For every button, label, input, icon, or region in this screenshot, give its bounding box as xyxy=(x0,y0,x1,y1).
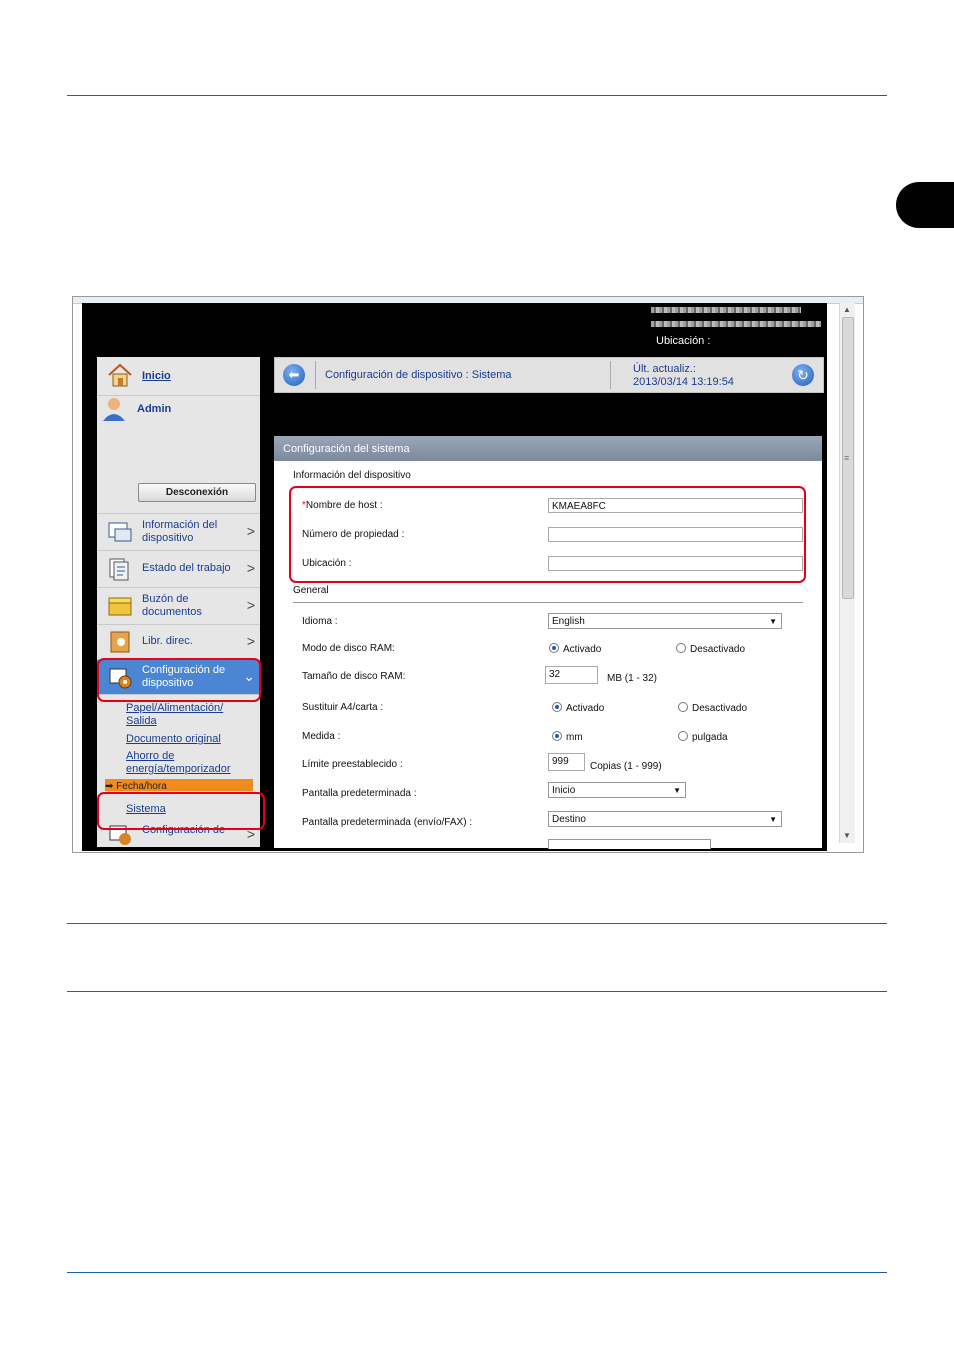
radio-label: Desactivado xyxy=(690,644,746,655)
radio-selected-icon xyxy=(552,731,562,741)
ramdisk-on-radio[interactable]: Activado xyxy=(549,643,601,655)
a4-on-radio[interactable]: Activado xyxy=(552,702,604,714)
dropdown-arrow-icon: ▼ xyxy=(769,815,777,824)
header-location-label: Ubicación : xyxy=(656,335,711,347)
radio-icon xyxy=(678,702,688,712)
a4-letter-label: Sustituir A4/carta : xyxy=(302,702,384,713)
panel-header: Configuración del sistema xyxy=(274,436,822,461)
radio-selected-icon xyxy=(549,643,559,653)
default-screen-fax-value: Destino xyxy=(552,814,586,825)
radio-label: mm xyxy=(566,732,583,743)
dropdown-arrow-icon: ▼ xyxy=(673,786,681,795)
sidebar-user-area: Admin Desconexión xyxy=(97,395,260,514)
rule-2 xyxy=(67,923,887,924)
rule-3 xyxy=(67,991,887,992)
logout-button[interactable]: Desconexión xyxy=(138,483,256,502)
language-value: English xyxy=(552,616,585,627)
sidebar-item-home[interactable]: Inicio xyxy=(97,357,260,396)
address-book-icon xyxy=(110,631,130,653)
scroll-up-icon[interactable]: ▲ xyxy=(843,305,851,314)
sidebar-label-device-info: Información del dispositivo xyxy=(142,519,218,544)
sidebar-item-device-info[interactable]: Información del dispositivo > xyxy=(97,514,260,551)
radio-icon xyxy=(678,731,688,741)
refresh-icon[interactable]: ↻ xyxy=(792,364,814,386)
preset-limit-label: Límite preestablecido : xyxy=(302,759,403,770)
chevron-right-icon: > xyxy=(246,523,255,539)
user-icon xyxy=(103,398,125,421)
language-select[interactable]: English ▼ xyxy=(548,613,782,629)
default-screen-fax-select[interactable]: Destino ▼ xyxy=(548,811,782,827)
scroll-grip-icon: ≡ xyxy=(844,453,850,463)
radio-label: Activado xyxy=(563,644,602,655)
ramdisk-off-radio[interactable]: Desactivado xyxy=(676,643,745,655)
last-updated-label: Últ. actualiz.: xyxy=(633,363,696,375)
ramdisk-mode-label: Modo de disco RAM: xyxy=(302,643,395,654)
radio-label: Desactivado xyxy=(692,703,748,714)
default-screen-label: Pantalla predeterminada : xyxy=(302,788,417,799)
radio-label: Activado xyxy=(566,703,605,714)
device-info-icon xyxy=(108,522,132,542)
highlight-device-settings xyxy=(97,658,261,702)
sublink-date-time[interactable]: ➡ Fecha/hora xyxy=(105,779,253,791)
document-box-icon xyxy=(108,597,132,616)
preset-limit-input[interactable]: 999 xyxy=(548,753,585,771)
arrow-right-icon: ➡ xyxy=(105,781,117,791)
job-status-icon xyxy=(109,558,129,581)
ramdisk-size-label: Tamaño de disco RAM: xyxy=(302,671,406,682)
top-rule xyxy=(67,95,887,96)
scroll-down-icon[interactable]: ▼ xyxy=(843,831,851,840)
sublink-date-time-label: Fecha/hora xyxy=(116,781,167,791)
language-label: Idioma : xyxy=(302,616,338,627)
radio-label: pulgada xyxy=(692,732,728,743)
sidebar-label-address-book: Libr. direc. xyxy=(142,635,193,647)
sidebar-label-document-box: Buzón de documentos xyxy=(142,593,202,618)
section-general: General xyxy=(293,585,329,596)
sidebar-label-job-status: Estado del trabajo xyxy=(142,562,231,574)
vertical-scrollbar[interactable]: ▲ ≡ ▼ xyxy=(839,303,855,843)
sidebar: Inicio Admin Desconexión Información del… xyxy=(97,357,260,847)
a4-off-radio[interactable]: Desactivado xyxy=(678,702,747,714)
radio-selected-icon xyxy=(552,702,562,712)
preset-limit-unit: Copias (1 - 999) xyxy=(590,761,662,772)
chevron-right-icon: > xyxy=(246,633,255,649)
divider xyxy=(315,361,316,389)
measure-mm-radio[interactable]: mm xyxy=(552,731,583,743)
sublink-paper[interactable]: Papel/Alimentación/ Salida xyxy=(126,702,246,728)
blurred-header-text-2 xyxy=(651,321,821,327)
browser-screenshot: Ubicación : ▲ ≡ ▼ Inicio Admin Desconexi… xyxy=(72,296,864,853)
highlight-device-info-fields xyxy=(289,486,806,583)
chevron-right-icon: > xyxy=(246,597,255,613)
section-divider xyxy=(293,602,803,603)
dropdown-arrow-icon: ▼ xyxy=(769,617,777,626)
radio-icon xyxy=(676,643,686,653)
user-name: Admin xyxy=(137,403,172,415)
blurred-header-text-1 xyxy=(651,307,801,313)
back-arrow-icon[interactable]: ⬅ xyxy=(283,364,305,386)
ramdisk-size-unit: MB (1 - 32) xyxy=(607,673,658,684)
measure-inch-radio[interactable]: pulgada xyxy=(678,731,728,743)
sidebar-item-job-status[interactable]: Estado del trabajo > xyxy=(97,551,260,588)
chapter-tab xyxy=(896,182,954,228)
page-titlebar: ⬅ Configuración de dispositivo : Sistema… xyxy=(274,357,824,393)
default-screen-select[interactable]: Inicio ▼ xyxy=(548,782,686,798)
page-title: Configuración de dispositivo : Sistema xyxy=(325,369,512,381)
sidebar-item-document-box[interactable]: Buzón de documentos > xyxy=(97,588,260,625)
sublink-energy-timer[interactable]: Ahorro de energía/temporizador xyxy=(126,750,251,776)
sublink-original-document[interactable]: Documento original xyxy=(126,733,221,746)
bottom-rule xyxy=(67,1272,887,1273)
measure-label: Medida : xyxy=(302,731,341,742)
divider xyxy=(610,361,611,389)
default-screen-value: Inicio xyxy=(552,785,576,796)
last-updated-value: 2013/03/14 13:19:54 xyxy=(633,376,734,388)
highlight-system xyxy=(97,792,265,830)
partial-select[interactable] xyxy=(548,839,711,849)
section-device-info: Información del dispositivo xyxy=(293,470,411,481)
home-link[interactable]: Inicio xyxy=(142,370,171,383)
home-icon xyxy=(108,363,132,387)
ramdisk-size-input[interactable]: 32 xyxy=(545,666,598,684)
sidebar-item-address-book[interactable]: Libr. direc. > xyxy=(97,625,260,660)
chevron-right-icon: > xyxy=(246,560,255,576)
default-screen-fax-label: Pantalla predeterminada (envío/FAX) : xyxy=(302,817,473,828)
